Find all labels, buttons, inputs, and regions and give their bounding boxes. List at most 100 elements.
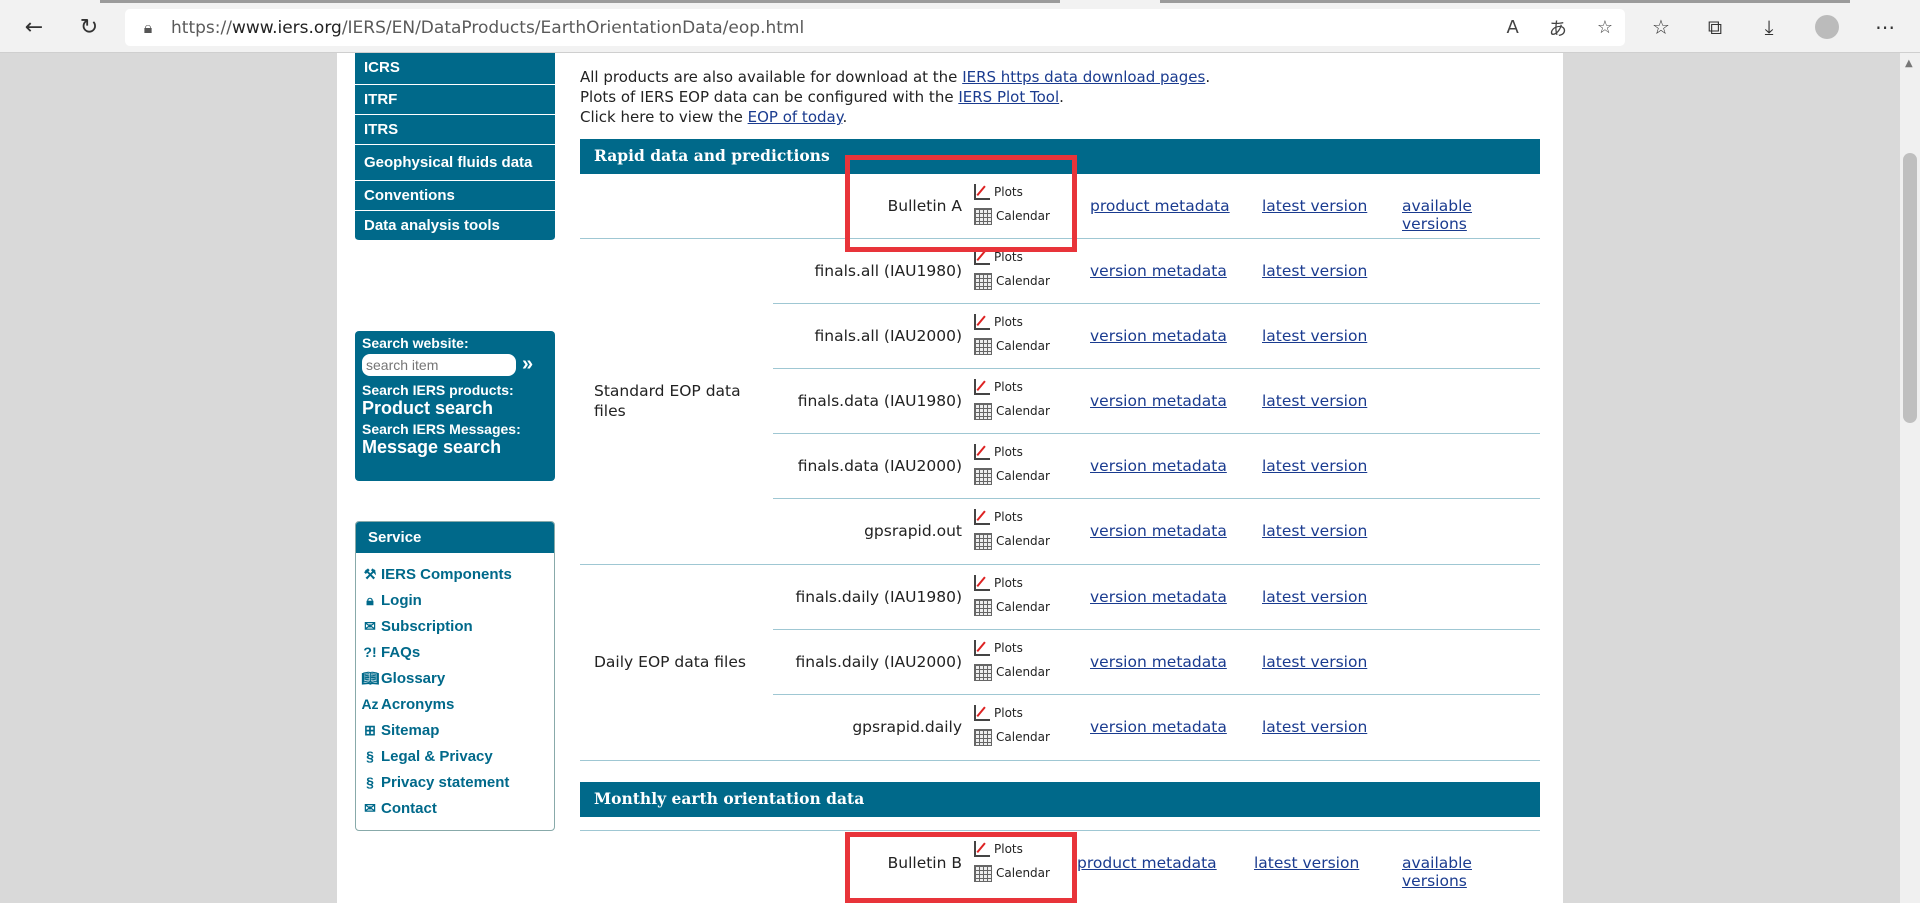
calendar-icon	[974, 467, 992, 485]
service-contact[interactable]: ✉ Contact	[359, 795, 554, 821]
calendar-icon	[974, 532, 992, 550]
more-menu-icon[interactable]: ⋯	[1868, 10, 1902, 44]
question-icon: ?!	[363, 644, 377, 660]
search-input[interactable]	[362, 353, 516, 376]
plot-icon	[974, 314, 990, 330]
calendar-link[interactable]: Calendar	[974, 399, 1050, 423]
section-icon: §	[366, 774, 374, 790]
lock-icon: 🔒︎	[143, 17, 153, 37]
avatar	[1815, 15, 1839, 39]
product-metadata-link[interactable]: product metadata	[1090, 197, 1230, 215]
service-faqs[interactable]: ?! FAQs	[359, 639, 554, 665]
scroll-up-icon[interactable]: ▲	[1905, 58, 1913, 69]
translate-icon[interactable]: あ	[1549, 15, 1567, 41]
plots-link[interactable]: Plots	[974, 636, 1050, 660]
tab-strip-left	[100, 0, 1060, 3]
plots-link[interactable]: Plots	[974, 505, 1050, 529]
nav-item-data-analysis-tools[interactable]: Data analysis tools	[355, 211, 555, 241]
scrollbar[interactable]: ▲	[1900, 53, 1920, 903]
latest-version-link[interactable]: latest version	[1262, 588, 1367, 606]
latest-version-link[interactable]: latest version	[1262, 392, 1367, 410]
row-finals-data-2000: finals.data (IAU2000) Plots Calendar vers…	[580, 434, 1540, 499]
latest-version-link[interactable]: latest version	[1262, 327, 1367, 345]
scrollbar-thumb[interactable]	[1903, 153, 1917, 423]
service-legal-privacy[interactable]: § Legal & Privacy	[359, 743, 554, 769]
add-favorite-icon[interactable]: ☆	[1597, 17, 1613, 38]
service-privacy-statement[interactable]: § Privacy statement	[359, 769, 554, 795]
plots-link[interactable]: Plots	[974, 440, 1050, 464]
profile-avatar[interactable]	[1810, 10, 1844, 44]
calendar-link[interactable]: Calendar	[974, 334, 1050, 358]
calendar-link[interactable]: Calendar	[974, 269, 1050, 293]
search-go-icon[interactable]: »	[522, 353, 533, 376]
wrench-icon: ⚒	[363, 565, 377, 582]
mail-icon: ✉	[364, 799, 376, 816]
calendar-link[interactable]: Calendar	[974, 660, 1050, 684]
eop-of-today-link[interactable]: EOP of today	[748, 108, 843, 126]
service-acronyms[interactable]: Az Acronyms	[359, 691, 554, 717]
downloads-icon[interactable]: ⤓	[1752, 10, 1786, 44]
latest-version-link[interactable]: latest version	[1262, 197, 1367, 215]
version-metadata-link[interactable]: version metadata	[1090, 392, 1227, 410]
latest-version-link[interactable]: latest version	[1254, 854, 1359, 872]
search-messages-label: Search IERS Messages:	[362, 421, 521, 437]
url-text: https://www.iers.org/IERS/EN/DataProduct…	[171, 17, 805, 38]
latest-version-link[interactable]: latest version	[1262, 457, 1367, 475]
calendar-link[interactable]: Calendar	[974, 725, 1050, 749]
plots-link[interactable]: Plots	[974, 571, 1050, 595]
product-metadata-link[interactable]: product metadata	[1077, 854, 1217, 872]
calendar-link[interactable]: Calendar	[974, 464, 1050, 488]
calendar-link[interactable]: Calendar	[974, 595, 1050, 619]
plot-tool-link[interactable]: IERS Plot Tool	[958, 88, 1059, 106]
service-iers-components[interactable]: ⚒ IERS Components	[359, 561, 554, 587]
group-daily-eop: Daily EOP data files finals.daily (IAU19…	[580, 565, 1540, 761]
collections-icon[interactable]: ⧉	[1698, 10, 1732, 44]
calendar-icon	[974, 728, 992, 746]
service-sitemap[interactable]: ⊞ Sitemap	[359, 717, 554, 743]
version-metadata-link[interactable]: version metadata	[1090, 457, 1227, 475]
back-icon[interactable]: ←	[17, 10, 51, 44]
search-panel: Search website: » Search IERS products: …	[355, 331, 555, 481]
nav-item-icrs[interactable]: ICRS	[355, 53, 555, 85]
nav-item-conventions[interactable]: Conventions	[355, 181, 555, 211]
address-bar[interactable]: 🔒︎ https://www.iers.org/IERS/EN/DataProd…	[125, 9, 1625, 46]
service-glossary[interactable]: 📖︎ Glossary	[359, 665, 554, 691]
row-finals-data-1980: finals.data (IAU1980) Plots Calendar vers…	[580, 369, 1540, 434]
row-gpsrapid-daily: gpsrapid.daily Plots Calendar version met…	[580, 695, 1540, 760]
latest-version-link[interactable]: latest version	[1262, 718, 1367, 736]
plots-link[interactable]: Plots	[974, 310, 1050, 334]
nav-item-geophysical-fluids[interactable]: Geophysical fluids data	[355, 145, 555, 181]
page-content: ICRS ITRF ITRS Geophysical fluids data C…	[337, 53, 1563, 903]
favorites-icon[interactable]: ☆	[1644, 10, 1678, 44]
service-panel: Service ⚒ IERS Components 🔒︎ Login ✉ Subscr…	[355, 521, 555, 831]
product-search-link[interactable]: Product search	[362, 398, 548, 419]
sitemap-icon: ⊞	[364, 721, 376, 738]
version-metadata-link[interactable]: version metadata	[1090, 588, 1227, 606]
highlight-box-bulletin-a	[845, 155, 1077, 252]
nav-item-itrf[interactable]: ITRF	[355, 85, 555, 115]
row-gpsrapid-out: gpsrapid.out Plots Calendar version metad…	[580, 499, 1540, 564]
plots-link[interactable]: Plots	[974, 375, 1050, 399]
download-pages-link[interactable]: IERS https data download pages	[962, 68, 1205, 86]
search-website-label: Search website:	[362, 335, 469, 351]
latest-version-link[interactable]: latest version	[1262, 262, 1367, 280]
message-search-link[interactable]: Message search	[362, 437, 548, 458]
version-metadata-link[interactable]: version metadata	[1090, 653, 1227, 671]
available-versions-link[interactable]: available versions	[1402, 854, 1540, 890]
read-aloud-icon[interactable]: A	[1507, 17, 1519, 38]
latest-version-link[interactable]: latest version	[1262, 522, 1367, 540]
latest-version-link[interactable]: latest version	[1262, 653, 1367, 671]
available-versions-link[interactable]: available versions	[1402, 197, 1540, 233]
plots-link[interactable]: Plots	[974, 701, 1050, 725]
version-metadata-link[interactable]: version metadata	[1090, 262, 1227, 280]
calendar-link[interactable]: Calendar	[974, 529, 1050, 553]
service-login[interactable]: 🔒︎ Login	[359, 587, 554, 613]
plot-icon	[974, 575, 990, 591]
service-subscription[interactable]: ✉ Subscription	[359, 613, 554, 639]
nav-item-itrs[interactable]: ITRS	[355, 115, 555, 145]
version-metadata-link[interactable]: version metadata	[1090, 718, 1227, 736]
version-metadata-link[interactable]: version metadata	[1090, 522, 1227, 540]
calendar-icon	[974, 337, 992, 355]
refresh-icon[interactable]: ↻	[72, 10, 106, 44]
version-metadata-link[interactable]: version metadata	[1090, 327, 1227, 345]
